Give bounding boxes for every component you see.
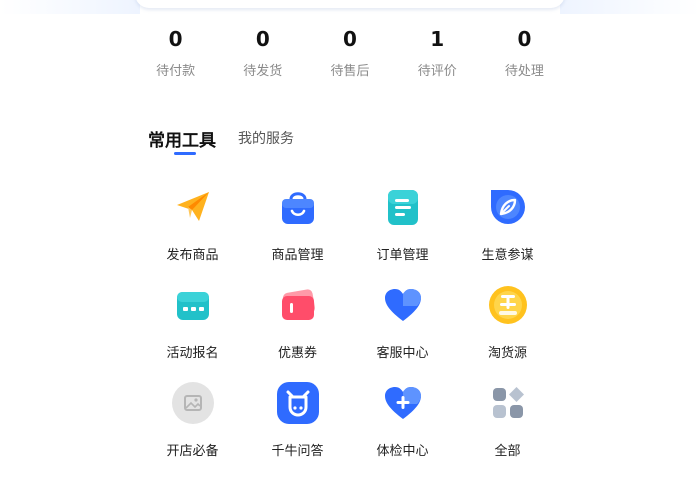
paper-plane-icon xyxy=(170,184,216,230)
tab-label: 常用工具 xyxy=(148,131,216,151)
order-count: 0 xyxy=(517,27,532,51)
tool-product-management[interactable]: 商品管理 xyxy=(245,184,350,282)
order-label: 待售后 xyxy=(330,64,370,79)
tool-business-advisor[interactable]: 生意参谋 xyxy=(455,184,560,282)
order-count: 0 xyxy=(255,27,270,51)
order-count: 0 xyxy=(343,27,357,51)
order-status-pending-shipment[interactable]: 0 待发货 xyxy=(219,24,306,86)
heart-icon xyxy=(380,282,426,328)
order-status-to-handle[interactable]: 0 待处理 xyxy=(481,24,568,86)
order-status-after-sales[interactable]: 0 待售后 xyxy=(306,24,393,86)
top-right-wash xyxy=(560,0,700,14)
order-status-pending-payment[interactable]: 0 待付款 xyxy=(132,24,219,86)
order-status-pending-review[interactable]: 1 待评价 xyxy=(394,24,481,86)
calendar-icon xyxy=(170,282,216,328)
order-label: 待处理 xyxy=(504,64,544,79)
goods-source-badge-icon xyxy=(485,282,531,328)
tab-my-services[interactable]: 我的服务 xyxy=(238,126,294,148)
tool-label: 订单管理 xyxy=(376,248,429,263)
order-label: 待付款 xyxy=(156,64,196,79)
tool-label: 体检中心 xyxy=(376,444,429,459)
header-card-edge xyxy=(135,0,565,8)
tool-label: 开店必备 xyxy=(166,444,219,459)
tool-label: 客服中心 xyxy=(376,346,429,361)
tool-all[interactable]: 全部 xyxy=(455,380,560,478)
tool-label: 千牛问答 xyxy=(271,444,324,459)
apps-grid-icon xyxy=(485,380,531,426)
tool-label: 生意参谋 xyxy=(481,248,534,263)
tool-coupons[interactable]: 优惠券 xyxy=(245,282,350,380)
order-count: 0 xyxy=(168,27,183,51)
tool-customer-service[interactable]: 客服中心 xyxy=(350,282,455,380)
image-placeholder-icon xyxy=(170,380,216,426)
tool-order-management[interactable]: 订单管理 xyxy=(350,184,455,282)
tool-label: 活动报名 xyxy=(166,346,219,361)
compass-leaf-icon xyxy=(485,184,531,230)
order-status-bar: 0 待付款 0 待发货 0 待售后 1 待评价 0 待处理 xyxy=(132,24,568,86)
tool-publish-product[interactable]: 发布商品 xyxy=(140,184,245,282)
cow-head-icon xyxy=(275,380,321,426)
top-left-wash xyxy=(0,0,140,14)
order-count: 1 xyxy=(430,27,445,51)
heart-plus-icon xyxy=(380,380,426,426)
tool-label: 全部 xyxy=(494,444,521,459)
top-background xyxy=(0,0,700,14)
active-tab-indicator xyxy=(174,152,196,155)
coupon-ticket-icon xyxy=(275,282,321,328)
tools-tab-bar: 常用工具 我的服务 xyxy=(148,126,316,156)
tool-store-essentials[interactable]: 开店必备 xyxy=(140,380,245,478)
shopping-bag-icon xyxy=(275,184,321,230)
tool-label: 优惠券 xyxy=(277,346,317,361)
document-list-icon xyxy=(380,184,426,230)
tool-health-check-center[interactable]: 体检中心 xyxy=(350,380,455,478)
tab-common-tools[interactable]: 常用工具 xyxy=(148,126,216,155)
tool-goods-source[interactable]: 淘货源 xyxy=(455,282,560,380)
tool-label: 发布商品 xyxy=(166,248,219,263)
tool-qianniu-qa[interactable]: 千牛问答 xyxy=(245,380,350,478)
order-label: 待发货 xyxy=(243,64,283,79)
tab-label: 我的服务 xyxy=(238,131,294,147)
tools-grid: 发布商品 商品管理 订单管理 生意参谋 活动报名 优惠券 客服中心 淘货源 开店… xyxy=(140,184,560,478)
tool-event-signup[interactable]: 活动报名 xyxy=(140,282,245,380)
tool-label: 商品管理 xyxy=(271,248,324,263)
order-label: 待评价 xyxy=(417,64,457,79)
tool-label: 淘货源 xyxy=(487,346,527,361)
